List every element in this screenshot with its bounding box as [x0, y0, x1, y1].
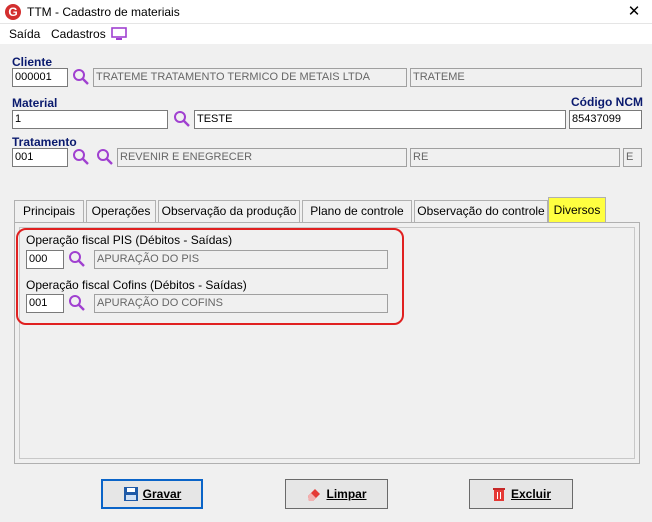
tratamento-name-field: REVENIR E ENEGRECER [117, 148, 407, 167]
tab-diversos[interactable]: Diversos [548, 197, 606, 222]
menu-cadastros[interactable]: Cadastros [51, 27, 106, 41]
tratamento-abbr-field: RE [410, 148, 620, 167]
ncm-label: Código NCM [571, 95, 643, 109]
cliente-label: Cliente [12, 55, 53, 69]
cofins-label: Operação fiscal Cofins (Débitos - Saídas… [26, 278, 247, 292]
title-bar: G TTM - Cadastro de materiais ✕ [0, 0, 652, 24]
floppy-disk-icon [123, 487, 138, 501]
delete-button-label: Excluir [510, 487, 552, 501]
material-code-field[interactable]: 1 [12, 110, 168, 129]
tratamento-search-icon[interactable] [72, 148, 90, 166]
pis-label: Operação fiscal PIS (Débitos - Saídas) [26, 233, 233, 247]
tab-observacao-producao[interactable]: Observação da produção [158, 200, 300, 222]
save-button-label: Gravar [142, 487, 182, 501]
menu-bar: Saída Cadastros [0, 24, 652, 44]
tab-observacao-controle[interactable]: Observação do controle [414, 200, 548, 222]
tratamento-code-field[interactable]: 001 [12, 148, 68, 167]
cofins-desc-field: APURAÇÃO DO COFINS [94, 294, 388, 313]
material-label: Material [12, 96, 58, 110]
eraser-icon [308, 489, 321, 501]
save-button[interactable]: Gravar [101, 479, 203, 509]
cliente-name-field: TRATEME TRATAMENTO TERMICO DE METAIS LTD… [93, 68, 407, 87]
window-title: TTM - Cadastro de materiais [27, 5, 180, 19]
pis-desc-field: APURAÇÃO DO PIS [94, 250, 388, 269]
cofins-search-icon[interactable] [68, 294, 86, 312]
trash-icon [492, 488, 505, 501]
tab-principais[interactable]: Principais [14, 200, 84, 222]
tab-operacoes[interactable]: Operações [86, 200, 156, 222]
cliente-code-field[interactable]: 000001 [12, 68, 68, 87]
monitor-icon[interactable] [111, 27, 127, 41]
tratamento-search-icon-2[interactable] [96, 148, 114, 166]
tratamento-label: Tratamento [12, 135, 77, 149]
cliente-short-field: TRATEME [410, 68, 642, 87]
menu-saida[interactable]: Saída [9, 27, 40, 41]
tratamento-extra-field: E [623, 148, 642, 167]
material-name-field[interactable]: TESTE [194, 110, 566, 129]
clear-button[interactable]: Limpar [285, 479, 388, 509]
cofins-code-field[interactable]: 001 [26, 294, 64, 313]
material-search-icon[interactable] [173, 110, 191, 128]
clear-button-label: Limpar [326, 487, 367, 501]
pis-search-icon[interactable] [68, 250, 86, 268]
ncm-field[interactable]: 85437099 [569, 110, 642, 129]
app-logo-icon: G [5, 4, 21, 20]
delete-button[interactable]: Excluir [469, 479, 573, 509]
cliente-search-icon[interactable] [72, 68, 90, 86]
pis-code-field[interactable]: 000 [26, 250, 64, 269]
tab-plano-controle[interactable]: Plano de controle [302, 200, 412, 222]
close-button[interactable]: ✕ [616, 0, 652, 24]
